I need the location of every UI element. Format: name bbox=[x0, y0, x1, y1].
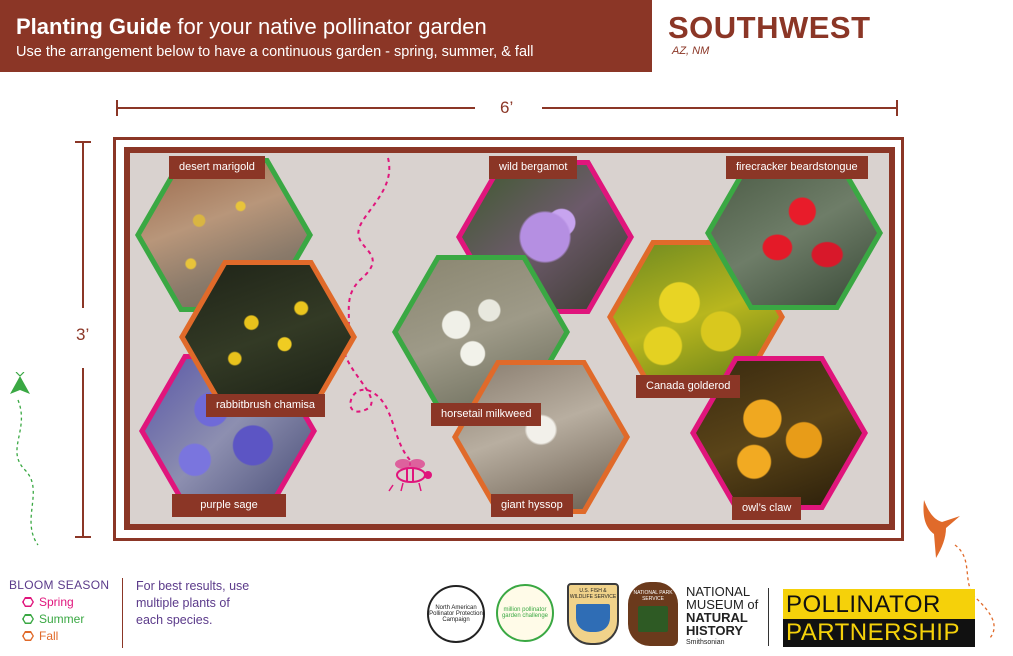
hexagon-icon bbox=[22, 597, 34, 607]
nps-logo: NATIONAL PARK SERVICE bbox=[628, 582, 678, 646]
plant-label-wild-bergamot: wild bergamot bbox=[489, 156, 578, 179]
hexagon-icon bbox=[22, 631, 34, 641]
legend-item-fall: Fall bbox=[22, 629, 58, 643]
legend-title: BLOOM SEASON bbox=[9, 578, 110, 592]
planting-tip: For best results, use multiple plants of… bbox=[136, 579, 250, 627]
nappc-logo: North American Pollinator Protection Cam… bbox=[427, 585, 485, 643]
million-pollinator-logo: million pollinator garden challenge bbox=[496, 584, 554, 642]
bee-icon bbox=[388, 459, 432, 492]
plant-label-purple-sage: purple sage bbox=[172, 494, 286, 517]
legend-item-spring: Spring bbox=[22, 595, 74, 609]
plant-label-horsetail-milkweed: horsetail milkweed bbox=[431, 403, 542, 426]
logo-divider bbox=[768, 588, 769, 646]
legend-item-summer: Summer bbox=[22, 612, 84, 626]
legend-divider bbox=[122, 578, 123, 648]
plant-label-owls-claw: owl’s claw bbox=[732, 497, 802, 520]
hexagon-icon bbox=[22, 614, 34, 624]
pollinator-partnership-logo: POLLINATOR PARTNERSHIP bbox=[783, 589, 975, 647]
plant-label-giant-hyssop: giant hyssop bbox=[491, 494, 573, 517]
nmnh-logo: NATIONAL MUSEUM of NATURAL HISTORY Smith… bbox=[686, 584, 759, 646]
usfws-logo: U.S. FISH & WILDLIFE SERVICE bbox=[567, 583, 619, 645]
plant-label-desert-marigold: desert marigold bbox=[169, 156, 265, 179]
plant-label-canada-golderod: Canada golderod bbox=[636, 375, 741, 398]
hummingbird-icon bbox=[923, 500, 960, 558]
moth-icon bbox=[10, 372, 30, 394]
plant-label-rabbitbrush-chamisa: rabbitbrush chamisa bbox=[206, 394, 326, 417]
plant-label-firecracker-beardstongue: firecracker beardstongue bbox=[726, 156, 868, 179]
